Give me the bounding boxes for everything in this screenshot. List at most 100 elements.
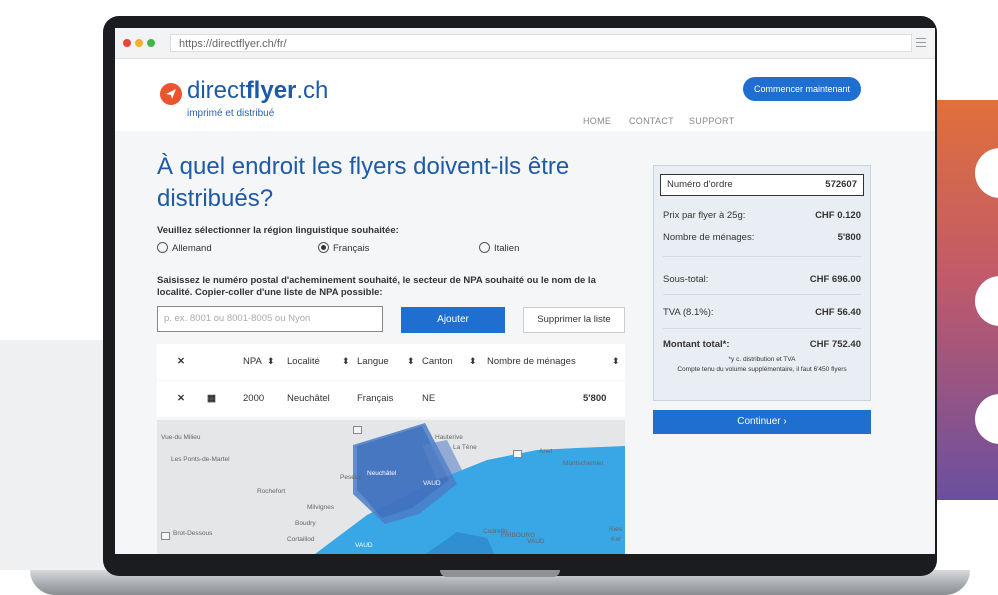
total-note: *y c. distribution et TVA	[728, 356, 796, 363]
tva-row: TVA (8.1%): CHF 56.40	[663, 307, 861, 318]
tva-value: CHF 56.40	[815, 307, 861, 318]
map-label: VAUD	[355, 542, 373, 549]
total-row: Montant total*: CHF 752.40	[663, 339, 861, 350]
minimize-window-icon[interactable]	[135, 39, 143, 47]
order-summary-panel: Numéro d'ordre 572607 Prix par flyer à 2…	[653, 165, 871, 401]
page-title: À quel endroit les flyers doivent-ils êt…	[157, 153, 570, 212]
map-drawing	[315, 423, 625, 554]
households-value: 5'800	[837, 232, 861, 243]
sort-icon[interactable]: ⬍	[267, 356, 275, 367]
logo-text-bold: flyer	[245, 77, 297, 104]
cell-canton: NE	[422, 393, 436, 404]
close-window-icon[interactable]	[123, 39, 131, 47]
map-icon[interactable]: ▦	[207, 393, 216, 404]
col-menages[interactable]: Nombre de ménages	[487, 356, 576, 367]
remove-row-icon[interactable]: ✕	[177, 393, 185, 404]
order-number-label: Numéro d'ordre	[667, 179, 733, 190]
map-label: Peseux	[340, 474, 362, 481]
col-langue[interactable]: Langue	[357, 356, 389, 367]
price-label: Prix par flyer à 25g:	[663, 210, 746, 221]
distribution-map[interactable]: Vue-du Milieu Les Ponts-de-Martel Rochef…	[157, 420, 625, 554]
cell-npa: 2000	[243, 393, 265, 404]
cell-langue: Français	[357, 393, 394, 404]
map-label: Ker	[611, 536, 622, 543]
site-logo[interactable]: directflyer.ch	[187, 77, 328, 105]
clear-list-button[interactable]: Supprimer la liste	[523, 307, 625, 333]
region-label: Veuillez sélectionner la région linguist…	[157, 225, 399, 236]
col-npa[interactable]: NPA	[243, 356, 262, 367]
logo-text-suffix: .ch	[296, 77, 329, 104]
map-label: Vue-du Milieu	[161, 434, 201, 441]
map-label: VAUD	[423, 480, 441, 487]
map-marker-icon	[353, 426, 362, 434]
order-number-value: 572607	[825, 179, 857, 190]
subtotal-row: Sous-total: CHF 696.00	[663, 274, 861, 285]
map-label: Rochefort	[257, 488, 286, 495]
maximize-window-icon[interactable]	[147, 39, 155, 47]
col-canton[interactable]: Canton	[422, 356, 453, 367]
map-label: Anet	[539, 448, 553, 455]
sort-icon[interactable]: ⬍	[469, 356, 477, 367]
laptop-notch	[440, 570, 560, 577]
households-row: Nombre de ménages: 5'800	[663, 232, 861, 243]
radio-checked-icon	[318, 242, 329, 253]
tva-label: TVA (8.1%):	[663, 307, 714, 318]
subtotal-label: Sous-total:	[663, 274, 709, 285]
map-label: VAUD	[527, 538, 545, 545]
radio-francais[interactable]: Français	[318, 242, 369, 254]
logo-text-prefix: direct	[187, 77, 246, 104]
radio-unchecked-icon	[157, 242, 168, 253]
table-header: ✕ NPA ⬍ Localité ⬍ Langue ⬍ Canton ⬍ Nom…	[157, 344, 625, 380]
divider	[663, 256, 861, 257]
laptop-screen: https://directflyer.ch/fr/ directflyer.c…	[115, 28, 935, 554]
map-label: Milvignes	[307, 504, 335, 511]
sort-icon[interactable]: ⬍	[612, 356, 620, 367]
nav-contact[interactable]: CONTACT	[629, 116, 674, 126]
npa-description: Saisissez le numéro postal d'acheminemen…	[157, 275, 596, 298]
nav-support[interactable]: SUPPORT	[689, 116, 734, 126]
divider	[663, 328, 861, 329]
price-row: Prix par flyer à 25g: CHF 0.120	[663, 210, 861, 221]
map-label: Les Ponts-de-Martel	[171, 456, 230, 463]
radio-italien[interactable]: Italien	[479, 242, 519, 254]
map-label: Neuchâtel	[367, 470, 397, 477]
total-label: Montant total*:	[663, 339, 730, 350]
npa-search-input[interactable]: p. ex. 8001 ou 8001-8005 ou Nyon	[157, 306, 383, 332]
cell-localite: Neuchâtel	[287, 393, 330, 404]
table-row: ✕ ▦ 2000 Neuchâtel Français NE 5'800	[157, 381, 625, 417]
order-number-box: Numéro d'ordre 572607	[660, 174, 864, 196]
url-bar[interactable]: https://directflyer.ch/fr/	[170, 34, 912, 52]
background-panel	[0, 340, 118, 570]
price-value: CHF 0.120	[815, 210, 861, 221]
cell-menages: 5'800	[583, 393, 607, 404]
start-now-button[interactable]: Commencer maintenant	[743, 77, 861, 101]
households-label: Nombre de ménages:	[663, 232, 755, 243]
total-value: CHF 752.40	[809, 339, 861, 350]
map-label: Brot-Dessous	[173, 530, 213, 537]
map-label: Müntschemier	[563, 460, 604, 467]
radio-allemand[interactable]: Allemand	[157, 242, 212, 254]
radio-label: Français	[333, 243, 370, 254]
map-label: Boudry	[295, 520, 316, 527]
subtotal-value: CHF 696.00	[809, 274, 861, 285]
radio-label: Allemand	[172, 243, 212, 254]
sort-icon[interactable]: ⬍	[342, 356, 350, 367]
divider	[663, 294, 861, 295]
radio-label: Italien	[494, 243, 520, 254]
logo-icon	[160, 83, 182, 105]
map-label: La Tène	[453, 444, 477, 451]
browser-menu-icon[interactable]	[916, 38, 926, 48]
continue-button[interactable]: Continuer ›	[653, 410, 871, 434]
map-label: Cortaillod	[287, 536, 315, 543]
map-marker-icon	[513, 450, 522, 458]
map-marker-icon	[161, 532, 170, 540]
add-button[interactable]: Ajouter	[401, 307, 505, 333]
logo-tagline: imprimé et distribué	[187, 108, 275, 119]
sort-icon[interactable]: ⬍	[407, 356, 415, 367]
volume-note: Compte tenu du volume supplémentaire, il…	[677, 366, 847, 373]
nav-home[interactable]: HOME	[583, 116, 611, 126]
browser-bar: https://directflyer.ch/fr/	[115, 28, 935, 59]
col-localite[interactable]: Localité	[287, 356, 320, 367]
map-label: Hauterive	[435, 434, 463, 441]
remove-all-icon[interactable]: ✕	[177, 356, 185, 367]
